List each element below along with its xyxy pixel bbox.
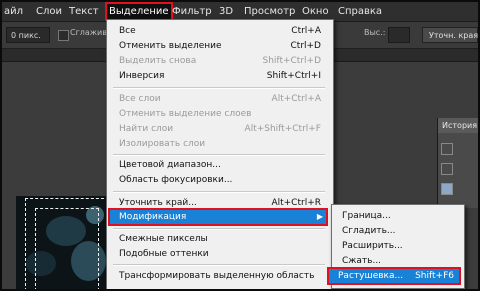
menu-item-isolate-layers[interactable]: Изолировать слои bbox=[107, 136, 331, 152]
crop-icon bbox=[441, 163, 453, 175]
submenu-item-feather[interactable]: Растушевка... Shift+F6 bbox=[327, 267, 461, 285]
refine-edge-button[interactable]: Уточн. края bbox=[422, 27, 478, 43]
menu-separator bbox=[113, 264, 325, 266]
submenu-item-label: Сжать... bbox=[342, 256, 382, 266]
menu-item-label: Найти слои bbox=[119, 124, 174, 134]
menu-item-label: Модификация bbox=[119, 212, 187, 222]
history-row[interactable] bbox=[441, 182, 476, 196]
submenu-item-expand[interactable]: Расширить... bbox=[332, 238, 462, 254]
menu-item-label: Все bbox=[119, 26, 136, 36]
menu-item-shortcut: Ctrl+A bbox=[291, 26, 321, 36]
menu-item-reselect[interactable]: Выделить снова Shift+Ctrl+D bbox=[107, 53, 331, 69]
menu-item-label: Инверсия bbox=[119, 71, 165, 81]
menu-item-all-layers[interactable]: Все слои Alt+Ctrl+A bbox=[107, 91, 331, 107]
menu-item-label: Область фокусировки... bbox=[119, 175, 233, 185]
menu-item-label: Все слои bbox=[119, 94, 161, 104]
feather-input[interactable]: 0 пикс. bbox=[6, 27, 50, 43]
menu-item-color-range[interactable]: Цветовой диапазон... bbox=[107, 157, 331, 173]
submenu-item-label: Граница... bbox=[342, 211, 391, 221]
menu-help[interactable]: Справка bbox=[338, 2, 382, 21]
submenu-item-smooth[interactable]: Сгладить... bbox=[332, 223, 462, 239]
menu-item-inverse[interactable]: Инверсия Shift+Ctrl+I bbox=[107, 68, 331, 84]
submenu-item-label: Растушевка... bbox=[338, 271, 404, 281]
menu-layers[interactable]: Слои bbox=[36, 2, 62, 21]
menu-item-grow[interactable]: Смежные пикселы bbox=[107, 231, 331, 247]
history-panel-tab[interactable]: История bbox=[438, 118, 479, 133]
history-panel: История bbox=[437, 118, 479, 208]
menu-item-shortcut: Ctrl+D bbox=[290, 41, 322, 51]
submenu-item-label: Расширить... bbox=[342, 241, 403, 251]
menu-item-shortcut: Alt+Ctrl+A bbox=[271, 94, 321, 104]
history-row[interactable] bbox=[441, 142, 476, 156]
select-menu: Все Ctrl+A Отменить выделение Ctrl+D Выд… bbox=[106, 19, 334, 291]
height-label: Выс.: bbox=[364, 28, 386, 37]
menu-item-label: Отменить выделение bbox=[119, 41, 222, 51]
menu-item-label: Цветовой диапазон... bbox=[119, 160, 221, 170]
menu-separator bbox=[113, 191, 325, 193]
menu-item-deselect[interactable]: Отменить выделение Ctrl+D bbox=[107, 38, 331, 54]
menu-item-label: Отменить выделение слоев bbox=[119, 109, 252, 119]
submenu-item-contract[interactable]: Сжать... bbox=[332, 253, 462, 269]
menu-item-label: Трансформировать выделенную область bbox=[119, 271, 315, 281]
history-row[interactable] bbox=[441, 162, 476, 176]
submenu-item-shortcut: Shift+F6 bbox=[415, 271, 454, 281]
submenu-item-label: Сгладить... bbox=[342, 226, 396, 236]
menu-item-deselect-layers[interactable]: Отменить выделение слоев bbox=[107, 106, 331, 122]
selection-marquee-inner bbox=[35, 208, 99, 291]
menu-item-label: Выделить снова bbox=[119, 56, 197, 66]
antialias-checkbox[interactable] bbox=[58, 30, 69, 41]
menu-item-modify[interactable]: Модификация ▶ bbox=[108, 208, 328, 226]
history-row-icon bbox=[441, 143, 453, 155]
menu-separator bbox=[113, 87, 325, 89]
height-input[interactable] bbox=[388, 27, 410, 43]
menu-item-all[interactable]: Все Ctrl+A bbox=[107, 23, 331, 39]
menu-item-shortcut: Alt+Shift+Ctrl+F bbox=[244, 124, 321, 134]
menu-type[interactable]: Текст bbox=[69, 2, 99, 21]
menu-item-find-layers[interactable]: Найти слои Alt+Shift+Ctrl+F bbox=[107, 121, 331, 137]
modify-submenu: Граница... Сгладить... Расширить... Сжат… bbox=[327, 204, 465, 289]
menu-item-shortcut: Shift+Ctrl+D bbox=[262, 56, 321, 66]
menu-item-shortcut: Shift+Ctrl+I bbox=[266, 71, 321, 81]
menu-file[interactable]: айл bbox=[4, 2, 23, 21]
submenu-item-border[interactable]: Граница... bbox=[332, 208, 462, 224]
submenu-arrow-icon: ▶ bbox=[316, 212, 323, 221]
menu-separator bbox=[113, 228, 325, 230]
history-row-icon bbox=[441, 183, 453, 195]
menu-item-transform-selection[interactable]: Трансформировать выделенную область bbox=[107, 268, 331, 284]
menu-item-label: Изолировать слои bbox=[119, 139, 206, 149]
menu-item-focus-area[interactable]: Область фокусировки... bbox=[107, 172, 331, 188]
menu-item-label: Подобные оттенки bbox=[119, 249, 209, 259]
menu-item-label: Смежные пикселы bbox=[119, 234, 208, 244]
menu-separator bbox=[113, 154, 325, 156]
menu-item-similar[interactable]: Подобные оттенки bbox=[107, 246, 331, 262]
